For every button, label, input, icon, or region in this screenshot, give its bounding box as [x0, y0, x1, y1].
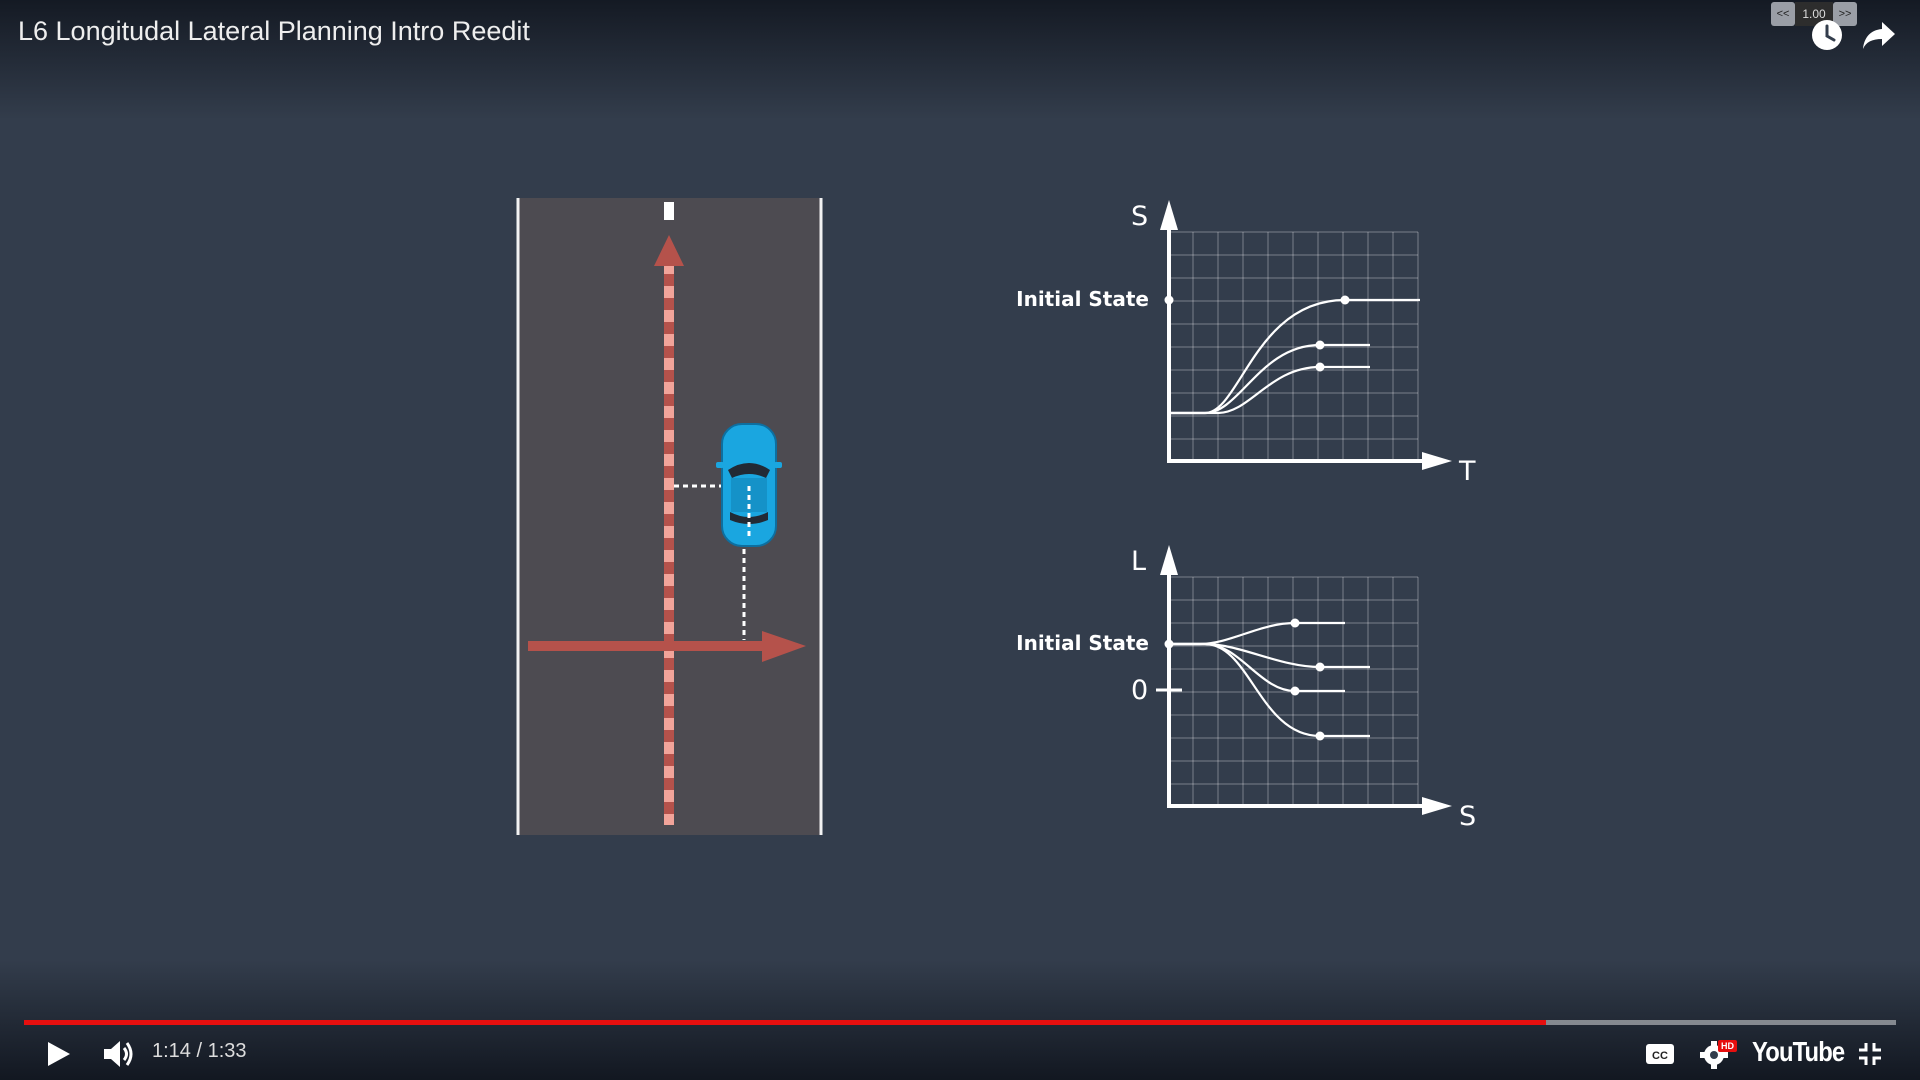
progress-played	[24, 1020, 1546, 1025]
exit-fullscreen-icon[interactable]	[1857, 1041, 1883, 1067]
svg-text:CC: CC	[1652, 1050, 1668, 1062]
youtube-logo[interactable]: YouTube	[1752, 1036, 1845, 1068]
ls-points	[1164, 618, 1325, 741]
time-display: 1:14 / 1:33	[152, 1040, 247, 1062]
ls-curves	[1169, 621, 1370, 738]
ls-zero-label: 0	[1131, 675, 1148, 706]
st-grid	[1168, 231, 1419, 460]
st-y-axis-arrow	[1160, 200, 1178, 230]
ls-graph	[1156, 545, 1452, 815]
ls-x-axis-label: S	[1459, 801, 1476, 832]
ls-x-axis-arrow	[1422, 797, 1452, 815]
st-x-axis-arrow	[1422, 452, 1452, 470]
watch-later-icon[interactable]	[1810, 18, 1844, 52]
st-graph	[1160, 200, 1452, 470]
ls-initial-state-label: Initial State	[1016, 631, 1149, 655]
hd-badge: HD	[1718, 1040, 1737, 1052]
st-y-axis-label: S	[1131, 201, 1148, 232]
video-title[interactable]: L6 Longitudal Lateral Planning Intro Ree…	[18, 16, 530, 47]
lecture-diagram: S T Initial State L S Initial State 0	[516, 198, 1476, 835]
st-curves	[1169, 298, 1420, 415]
share-icon[interactable]	[1862, 20, 1896, 50]
car-icon	[716, 423, 782, 547]
st-initial-state-label: Initial State	[1016, 287, 1149, 311]
progress-bar[interactable]	[24, 1020, 1896, 1025]
speed-decrease-button[interactable]: <<	[1771, 2, 1795, 26]
st-points	[1164, 295, 1350, 372]
captions-icon[interactable]: CC	[1645, 1043, 1675, 1065]
ls-y-axis-arrow	[1160, 545, 1178, 575]
ls-y-axis-label: L	[1131, 546, 1146, 577]
play-button[interactable]	[44, 1040, 74, 1068]
st-x-axis-label: T	[1458, 456, 1476, 487]
volume-icon[interactable]	[102, 1038, 136, 1070]
